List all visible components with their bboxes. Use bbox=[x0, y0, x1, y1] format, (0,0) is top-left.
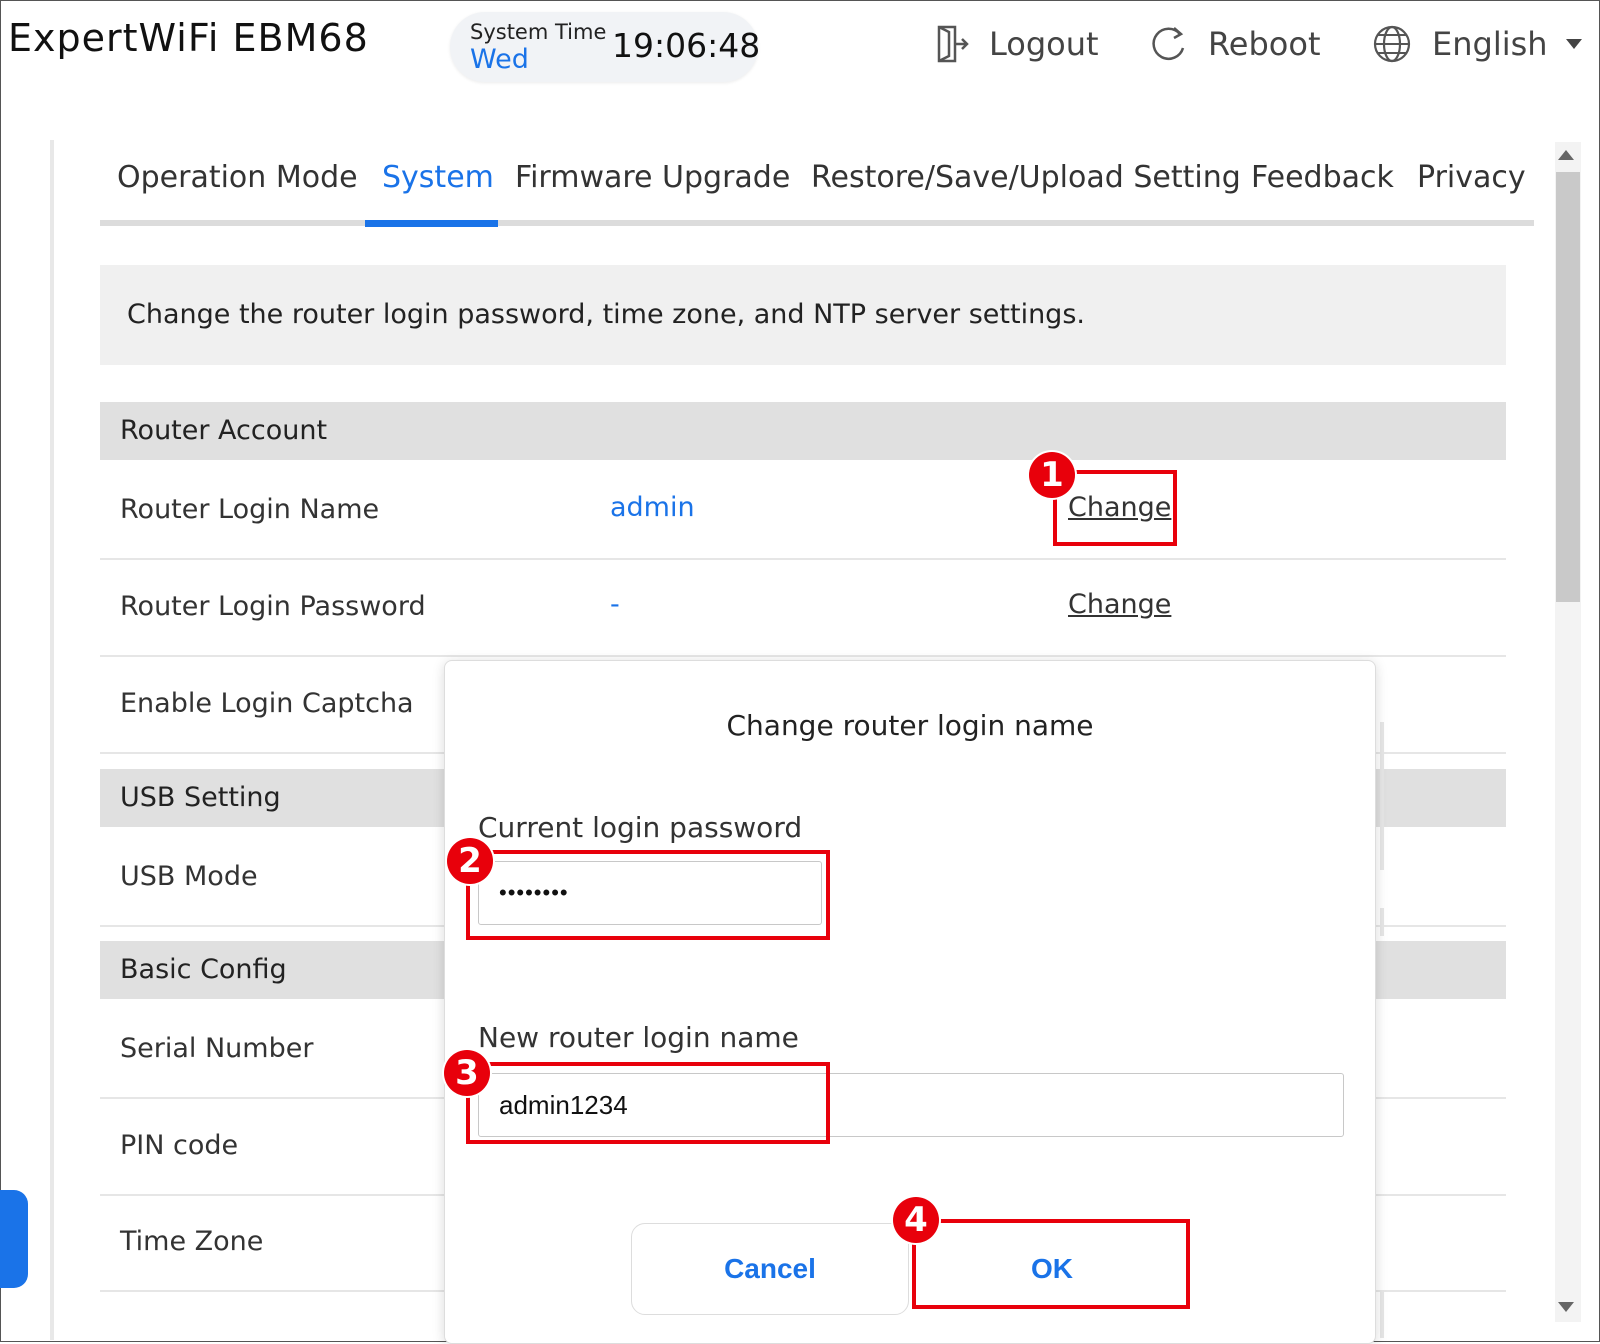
section-title: Basic Config bbox=[120, 954, 287, 985]
row-label: USB Mode bbox=[120, 861, 258, 892]
scroll-down-arrow-icon[interactable] bbox=[1558, 1302, 1574, 1312]
tab-firmware-upgrade[interactable]: Firmware Upgrade bbox=[515, 160, 790, 195]
section-title: USB Setting bbox=[120, 782, 281, 813]
side-drawer-tab[interactable] bbox=[0, 1190, 28, 1288]
dialog-title: Change router login name bbox=[726, 709, 1094, 742]
new-login-name-label: New router login name bbox=[478, 1021, 799, 1054]
scroll-up-arrow-icon[interactable] bbox=[1558, 150, 1574, 160]
language-label: English bbox=[1432, 25, 1548, 63]
section-title: Router Account bbox=[120, 415, 328, 446]
timezone-control-edge bbox=[1380, 1290, 1384, 1338]
step-marker-3: 3 bbox=[444, 1050, 490, 1096]
login-name-value: admin bbox=[610, 492, 695, 523]
page-description: Change the router login password, time z… bbox=[127, 299, 1085, 330]
tab-feedback[interactable]: Feedback bbox=[1251, 160, 1394, 195]
tab-bar-divider bbox=[100, 220, 1534, 226]
cancel-button[interactable]: Cancel bbox=[631, 1223, 909, 1315]
highlight-current-password bbox=[466, 850, 830, 940]
row-router-login-name: Router Login Name admin Change bbox=[100, 462, 1506, 560]
step-marker-1: 1 bbox=[1029, 452, 1075, 498]
step-marker-2: 2 bbox=[447, 838, 493, 884]
row-label: Router Login Password bbox=[120, 591, 426, 622]
highlight-ok-button bbox=[912, 1219, 1190, 1309]
tab-privacy[interactable]: Privacy bbox=[1417, 160, 1526, 195]
change-login-password-link[interactable]: Change bbox=[1068, 589, 1171, 620]
section-router-account: Router Account bbox=[100, 402, 1506, 460]
globe-icon bbox=[1373, 25, 1411, 63]
system-time-widget: System Time Wed 19:06:48 bbox=[450, 12, 761, 82]
system-time-clock: 19:06:48 bbox=[612, 26, 761, 65]
logout-button[interactable]: Logout bbox=[935, 20, 1099, 68]
chevron-down-icon bbox=[1565, 39, 1582, 49]
login-password-value: - bbox=[610, 589, 620, 620]
logout-icon bbox=[937, 25, 969, 63]
tab-system[interactable]: System bbox=[382, 160, 494, 195]
row-router-login-password: Router Login Password - Change bbox=[100, 559, 1506, 657]
reboot-button[interactable]: Reboot bbox=[1150, 20, 1321, 68]
page-description-box: Change the router login password, time z… bbox=[100, 265, 1506, 365]
product-logo: ExpertWiFi EBM68 bbox=[8, 16, 369, 60]
usb-control-edge bbox=[1380, 908, 1384, 936]
system-time-label: System Time bbox=[470, 20, 607, 44]
tab-bar: Operation Mode System Firmware Upgrade R… bbox=[100, 150, 1534, 230]
highlight-new-login-name bbox=[466, 1062, 830, 1144]
logout-label: Logout bbox=[989, 25, 1099, 63]
row-label: Router Login Name bbox=[120, 494, 380, 525]
current-password-label: Current login password bbox=[478, 811, 803, 844]
row-label: Serial Number bbox=[120, 1033, 314, 1064]
row-label: Time Zone bbox=[120, 1226, 264, 1257]
active-tab-indicator bbox=[365, 220, 498, 227]
row-label: Enable Login Captcha bbox=[120, 688, 414, 719]
row-label: PIN code bbox=[120, 1130, 239, 1161]
tab-restore-save-upload[interactable]: Restore/Save/Upload Setting bbox=[811, 160, 1241, 195]
scrollbar-thumb[interactable] bbox=[1556, 172, 1580, 602]
step-marker-4: 4 bbox=[893, 1197, 939, 1243]
panel-left-border bbox=[50, 140, 54, 1340]
reboot-icon bbox=[1152, 27, 1185, 61]
captcha-control-edge bbox=[1380, 722, 1384, 870]
language-selector[interactable]: English bbox=[1372, 20, 1582, 68]
system-time-day: Wed bbox=[470, 44, 529, 75]
tab-operation-mode[interactable]: Operation Mode bbox=[117, 160, 358, 195]
reboot-label: Reboot bbox=[1208, 25, 1321, 63]
